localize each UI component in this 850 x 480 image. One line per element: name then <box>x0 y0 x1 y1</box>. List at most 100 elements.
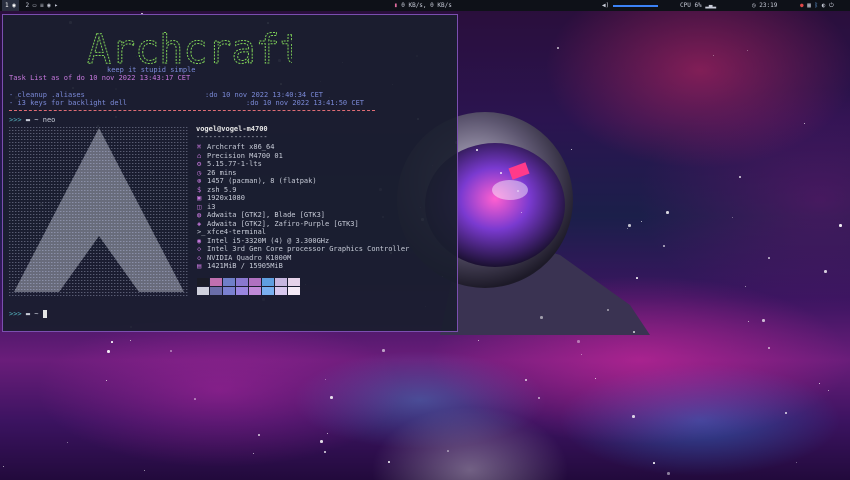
tray-icon-power[interactable]: ⏻ <box>829 2 834 9</box>
cpu-icon: ◉ <box>197 236 202 245</box>
star <box>3 466 5 468</box>
star <box>107 350 110 353</box>
color-swatch <box>262 278 274 286</box>
clock-time: 23:19 <box>759 2 778 9</box>
tagline: keep it stupid simple <box>107 66 196 74</box>
laptop-icon: ⌂ <box>197 151 202 160</box>
color-swatch <box>223 278 235 286</box>
color-swatch <box>210 287 222 295</box>
star <box>447 450 449 452</box>
star <box>824 270 827 273</box>
tray-icon-steam[interactable]: ◐ <box>822 2 826 9</box>
task-item: - i3 keys for backlight dell <box>9 99 128 107</box>
terminal-icon: >_ <box>197 228 206 236</box>
star <box>327 433 329 435</box>
prompt-path: ~ neo <box>34 116 56 124</box>
color-swatch <box>275 287 287 295</box>
prompt-line-neo: >>> ▬ ~ neo <box>9 116 55 124</box>
task-header-date: do 10 nov 2022 13:43:17 CET <box>76 74 191 82</box>
ascii-arch-logo <box>9 126 189 298</box>
star <box>557 47 559 49</box>
system-info-value: zsh 5.9 <box>207 185 237 194</box>
task-list-header: Task List as of do 10 nov 2022 13:43:17 … <box>9 74 190 82</box>
display-icon: ▣ <box>197 194 202 202</box>
system-info-value: NVIDIA Quadro K1000M <box>207 253 292 262</box>
star <box>577 340 580 343</box>
svg-text:Archcraft: Archcraft <box>87 27 292 71</box>
task-header-prefix: Task List as of <box>9 74 77 82</box>
star <box>130 340 132 342</box>
star <box>748 321 750 323</box>
star <box>258 434 260 436</box>
color-swatch <box>197 278 209 286</box>
task-date: :do 10 nov 2022 13:40:34 CET <box>205 91 324 99</box>
star <box>607 309 609 311</box>
color-swatch <box>249 287 261 295</box>
color-swatch <box>197 287 209 295</box>
color-swatch <box>236 287 248 295</box>
star <box>500 172 502 174</box>
star <box>476 149 478 151</box>
gpu-icon: ◇ <box>197 245 202 253</box>
clock-icon: ◷ <box>197 168 202 177</box>
volume-slider[interactable] <box>612 4 658 7</box>
clock[interactable]: ◷ 23:19 <box>752 0 777 11</box>
clock-icon: ◷ <box>752 2 756 9</box>
star <box>106 380 108 382</box>
system-info-value: 1920x1080 <box>207 194 245 202</box>
workspace-switcher: 1 ◉ 2 ▭ ≡ ◉ ▸ <box>2 0 61 11</box>
cpu-usage: CPU 6% <box>680 2 702 9</box>
workspace-button-2[interactable]: 2 ▭ ≡ ◉ ▸ <box>22 0 61 11</box>
system-info-value: Intel 3rd Gen Core processor Graphics Co… <box>207 245 410 253</box>
workspace-label: 1 <box>5 2 9 9</box>
system-info-value: 5.15.77-1-lts <box>207 160 262 168</box>
system-info-value: Adwaita [GTK2], Zafiro-Purple [GTK3] <box>207 219 359 228</box>
star <box>653 462 655 464</box>
download-icon: ▮ <box>394 2 398 9</box>
gpu-icon: ◇ <box>197 253 202 262</box>
system-info-value: Archcraft x86_64 <box>207 143 275 151</box>
task-divider <box>9 110 375 111</box>
star <box>330 396 333 399</box>
prompt-path: ~ <box>34 310 39 318</box>
color-swatch <box>223 287 235 295</box>
arch-icon: ⌘ <box>197 143 202 151</box>
star <box>819 383 821 385</box>
tray-icon-redshift[interactable]: ● <box>800 2 804 9</box>
volume-icon: ◀) <box>602 2 610 9</box>
system-info-value: 1421MiB / 15905MiB <box>207 262 283 270</box>
terminal-window[interactable]: Archcraft keep it stupid simple Task Lis… <box>2 14 458 332</box>
star <box>517 190 519 192</box>
color-swatch <box>262 287 274 295</box>
star <box>828 390 830 392</box>
star <box>762 319 765 322</box>
star <box>804 123 806 125</box>
star <box>194 398 196 400</box>
star <box>525 379 527 381</box>
tray-icon-network[interactable]: ▦ <box>807 2 811 9</box>
theme-icon: ◍ <box>197 211 202 219</box>
network-speed: 0 KB/s, 0 KB/s <box>401 2 452 9</box>
star <box>768 347 770 349</box>
color-swatch <box>236 278 248 286</box>
star <box>67 442 69 444</box>
color-swatch <box>210 278 222 286</box>
star <box>325 379 327 381</box>
star <box>595 378 597 380</box>
color-swatch <box>249 278 261 286</box>
cpu-graph-icon: ▂▄▂ <box>705 2 717 9</box>
prompt-line-current[interactable]: >>> ▬ ~ <box>9 310 47 318</box>
system-info-value: Intel i5-3320M (4) @ 3.300GHz <box>207 236 330 245</box>
volume-control[interactable]: ◀) <box>602 0 658 11</box>
system-info-value: 1457 (pacman), 8 (flatpak) <box>207 177 317 185</box>
task-item: - cleanup .aliases <box>9 91 85 99</box>
system-info-value: 26 mins <box>207 168 237 177</box>
star <box>768 257 770 259</box>
star <box>667 472 670 475</box>
workspace-button-1[interactable]: 1 ◉ <box>2 0 19 11</box>
kernel-icon: ⚙ <box>197 160 202 168</box>
tray-icon-bluetooth[interactable]: ᛒ <box>815 2 819 9</box>
star <box>320 440 323 443</box>
star <box>839 224 842 227</box>
prompt-symbol: >>> <box>9 116 26 124</box>
